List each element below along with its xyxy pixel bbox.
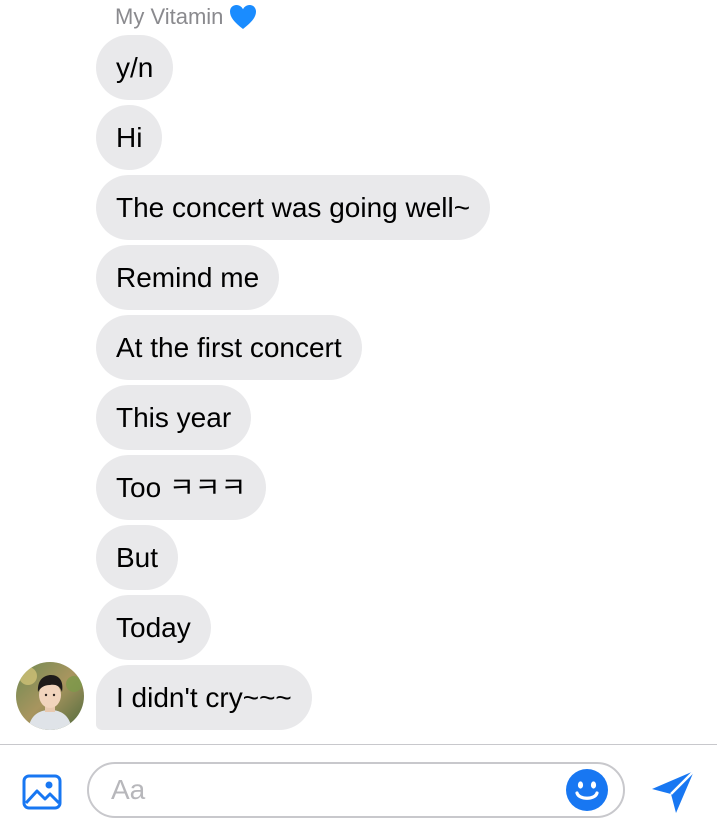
message-bubble[interactable]: I didn't cry~~~ [96, 665, 312, 730]
blue-heart-icon [230, 5, 257, 29]
message-bubble[interactable]: Too ㅋㅋㅋ [96, 455, 267, 520]
message-bubble[interactable]: Remind me [96, 245, 280, 310]
message-input[interactable] [111, 764, 551, 816]
message-bubble[interactable]: But [96, 525, 179, 590]
avatar-photo [16, 662, 84, 730]
message-bubble[interactable]: Hi [96, 105, 163, 170]
sender-avatar[interactable] [16, 662, 84, 730]
message-input-container[interactable] [87, 762, 625, 818]
image-icon[interactable] [22, 772, 62, 812]
message-bubble[interactable]: This year [96, 385, 252, 450]
message-bubble[interactable]: y/n [96, 35, 174, 100]
message-list: y/n Hi The concert was going well~ Remin… [96, 35, 491, 730]
message-bubble[interactable]: Today [96, 595, 211, 660]
message-bubble[interactable]: At the first concert [96, 315, 362, 380]
message-composer [0, 745, 717, 837]
sender-name-row: My Vitamin [115, 4, 257, 30]
sender-name: My Vitamin [115, 4, 224, 29]
send-icon[interactable] [650, 769, 696, 815]
message-bubble[interactable]: The concert was going well~ [96, 175, 491, 240]
smiley-icon[interactable] [565, 768, 609, 812]
